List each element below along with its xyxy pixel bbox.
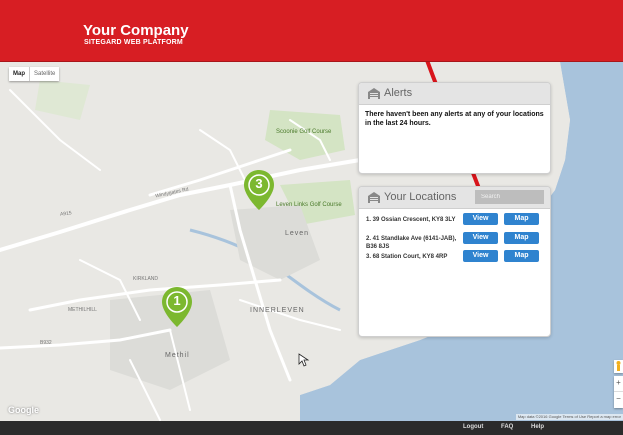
marker-number: 3	[255, 176, 263, 191]
platform-name: SITEGARD WEB PLATFORM	[84, 39, 183, 46]
zoom-control: + −	[614, 376, 623, 408]
view-button[interactable]: View	[463, 232, 498, 244]
map-marker-1[interactable]: 1	[161, 286, 193, 328]
map-label-methil: Methil	[165, 352, 190, 359]
map-label-kirkland: KIRKLAND	[133, 276, 159, 282]
alerts-header: Alerts	[359, 83, 550, 105]
alerts-title: Alerts	[384, 87, 413, 99]
location-label: 1. 39 Ossian Crescent, KY8 3LY	[366, 217, 456, 223]
pegman-icon[interactable]	[614, 360, 623, 373]
alerts-message: There haven't been any alerts at any of …	[365, 111, 544, 127]
locations-header: Your Locations	[359, 187, 550, 209]
map-type-satellite-button[interactable]: Satellite	[29, 67, 59, 81]
location-label: 3. 68 Station Court, KY8 4RP	[366, 254, 448, 260]
map-label-leven-links: Leven Links Golf Course	[276, 202, 342, 208]
location-label: 2. 41 Standlake Ave (6141-JAB), B36 8JS	[366, 236, 457, 250]
header: Your Company SITEGARD WEB PLATFORM	[0, 0, 623, 62]
alerts-panel: Alerts There haven't been any alerts at …	[358, 82, 551, 174]
marker-number: 1	[173, 293, 181, 308]
map-type-map-button[interactable]: Map	[9, 67, 29, 81]
logout-link[interactable]: Logout	[463, 424, 483, 430]
map-type-control: Map Satellite	[9, 67, 60, 81]
zoom-out-button[interactable]: −	[614, 392, 623, 408]
footer: Logout FAQ Help	[0, 421, 623, 435]
locations-panel: Your Locations 1. 39 Ossian Crescent, KY…	[358, 186, 551, 337]
locations-title: Your Locations	[384, 191, 457, 203]
location-search-input[interactable]	[475, 190, 544, 204]
garage-icon	[368, 192, 380, 203]
view-button[interactable]: View	[463, 213, 498, 225]
map-label-methilhill: METHILHILL	[68, 307, 97, 313]
map-label-leven: Leven	[285, 230, 310, 237]
map-label-innerleven: INNERLEVEN	[250, 307, 305, 314]
garage-icon	[368, 88, 380, 99]
map-label-b932: B932	[40, 340, 52, 346]
zoom-in-button[interactable]: +	[614, 376, 623, 392]
google-logo: Google	[8, 405, 39, 415]
view-button[interactable]: View	[463, 250, 498, 262]
map-button[interactable]: Map	[504, 250, 539, 262]
map-terms[interactable]: Map data ©2016 Google Terms of Use Repor…	[515, 414, 623, 420]
map-label-scoonie: Scoonie Golf Course	[276, 129, 332, 135]
map-marker-3[interactable]: 3	[243, 169, 275, 211]
faq-link[interactable]: FAQ	[501, 424, 513, 430]
map-button[interactable]: Map	[504, 213, 539, 225]
help-link[interactable]: Help	[531, 424, 544, 430]
company-name: Your Company	[83, 22, 189, 39]
map-button[interactable]: Map	[504, 232, 539, 244]
